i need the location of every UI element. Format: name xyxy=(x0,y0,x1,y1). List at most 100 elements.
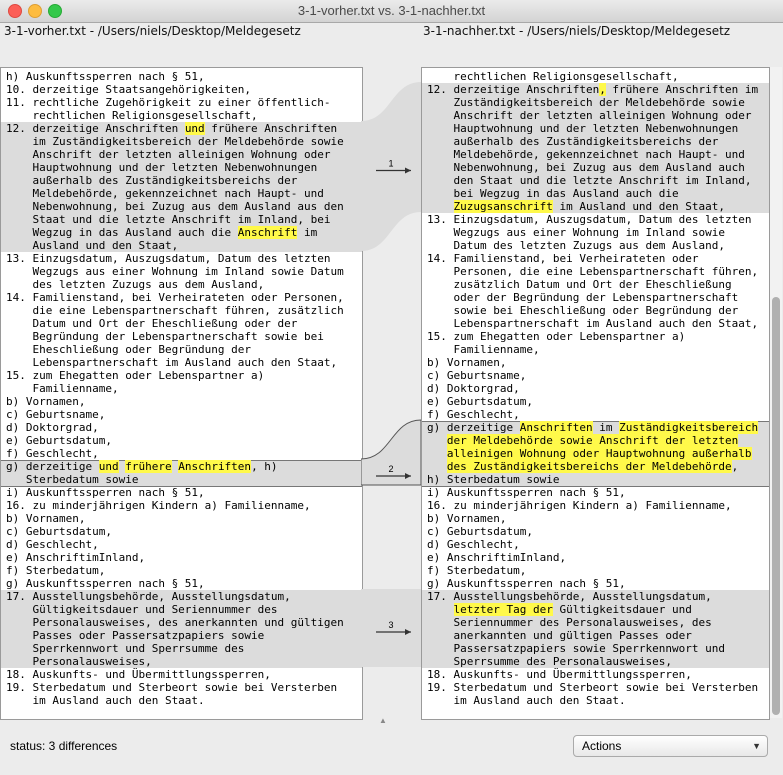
text-segment: f) Sterbedatum, xyxy=(427,564,527,577)
text-line: Ausland und den Staat, xyxy=(1,239,362,252)
text-segment: im xyxy=(297,226,318,239)
text-segment: 14. Familienstand, bei Verheirateten ode… xyxy=(6,291,344,304)
diff-number-label: 1 xyxy=(388,159,393,169)
actions-label: Actions xyxy=(582,739,622,753)
changed-text: und xyxy=(184,122,205,135)
text-segment: 12. derzeitige Anschriften xyxy=(427,83,600,96)
text-line: 11. rechtliche Zugehörigkeit zu einer öf… xyxy=(1,96,362,109)
text-segment: Eheschließung oder Begründung der xyxy=(6,343,252,356)
text-segment: Meldebehörde, gekennzeichnet nach Haupt-… xyxy=(427,148,745,161)
text-line: Meldebehörde, gekennzeichnet nach Haupt-… xyxy=(422,148,769,161)
text-segment: Familienname, xyxy=(6,382,119,395)
text-segment: Lebenspartnerschaft im Ausland auch den … xyxy=(6,356,338,369)
text-line: Datum des letzten Zuzugs aus dem Ausland… xyxy=(422,239,769,252)
text-segment: 13. Einzugsdatum, Auszugsdatum, Datum de… xyxy=(6,252,331,265)
scrollbar-thumb[interactable] xyxy=(772,297,780,715)
text-segment: Begründung der Lebenspartnerschaft sowie… xyxy=(6,330,324,343)
text-segment: Passes oder Passersatzpapiers sowie xyxy=(6,629,265,642)
text-segment: im Ausland auch den Staat. xyxy=(6,694,205,707)
changed-text: und xyxy=(98,460,119,473)
text-line: 19. Sterbedatum und Sterbeort sowie bei … xyxy=(1,681,362,694)
text-segment: h) Sterbedatum sowie xyxy=(427,473,560,486)
text-segment: im Zuständigkeitsbereich der Meldebehörd… xyxy=(6,135,344,148)
split-resize-handle[interactable]: ▲ xyxy=(379,716,387,725)
text-line: im Zuständigkeitsbereich der Meldebehörd… xyxy=(1,135,362,148)
text-line: Wegzug in das Ausland auch die Anschrift… xyxy=(1,226,362,239)
text-line: Passes oder Passersatzpapiers sowie xyxy=(1,629,362,642)
text-line: Familienname, xyxy=(1,382,362,395)
changed-text: Anschriften xyxy=(178,460,252,473)
text-segment: i) Auskunftssperren nach § 51, xyxy=(427,486,626,499)
text-segment: g) derzeitige xyxy=(6,460,99,473)
text-segment: , xyxy=(731,460,739,473)
text-segment: des letzten Zuzugs aus dem Ausland, xyxy=(6,278,265,291)
text-line: d) Geschlecht, xyxy=(422,538,769,551)
text-segment: Seriennummer des Personalausweises, des xyxy=(427,616,712,629)
changed-text: letzter Tag der xyxy=(453,603,553,616)
diff-connector-gutter: 1 2 3 xyxy=(361,82,421,667)
text-line: rechtlichen Religionsgesellschaft, xyxy=(422,70,769,83)
text-line: i) Auskunftssperren nach § 51, xyxy=(1,486,362,499)
text-line: 10. derzeitige Staatsangehörigkeiten, xyxy=(1,83,362,96)
changed-text: Anschriften xyxy=(519,421,593,434)
text-segment: Familienname, xyxy=(427,343,540,356)
text-segment: frühere Anschriften xyxy=(204,122,338,135)
text-line: Personalausweises, xyxy=(1,655,362,668)
text-line: letzter Tag der Gültigkeitsdauer und xyxy=(422,603,769,616)
text-line: außerhalb des Zuständigkeitsbereichs der xyxy=(422,135,769,148)
diff-connector-2 xyxy=(361,419,421,486)
text-segment: 11. rechtliche Zugehörigkeit zu einer öf… xyxy=(6,96,331,109)
text-line: Lebenspartnerschaft im Ausland auch den … xyxy=(1,356,362,369)
text-line: h) Sterbedatum sowie xyxy=(422,473,769,486)
text-line: 15. zum Ehegatten oder Lebenspartner a) xyxy=(422,330,769,343)
text-line: rechtlichen Religionsgesellschaft, xyxy=(1,109,362,122)
text-segment: Ausland und den Staat, xyxy=(6,239,179,252)
text-segment: f) Geschlecht, xyxy=(6,447,99,460)
text-segment: Nebenwohnung, bei Zuzug aus dem Ausland … xyxy=(427,161,745,174)
text-line: 14. Familienstand, bei Verheirateten ode… xyxy=(422,252,769,265)
actions-popup-button[interactable]: Actions ▼ xyxy=(573,735,768,757)
text-line: f) Sterbedatum, xyxy=(1,564,362,577)
vertical-scrollbar[interactable] xyxy=(770,67,782,718)
text-line: Begründung der Lebenspartnerschaft sowie… xyxy=(1,330,362,343)
text-segment: Personalausweises, des anerkannten und g… xyxy=(6,616,344,629)
text-segment: c) Geburtsname, xyxy=(427,369,527,382)
text-line: des letzten Zuzugs aus dem Ausland, xyxy=(1,278,362,291)
right-file-pane[interactable]: rechtlichen Religionsgesellschaft, 12. de… xyxy=(421,67,770,720)
text-segment: Datum des letzten Zuzugs aus dem Ausland… xyxy=(427,239,726,252)
text-line: Wegzugs aus einer Wohnung im Inland sowi… xyxy=(1,265,362,278)
text-line: c) Geburtsname, xyxy=(422,369,769,382)
text-segment: 14. Familienstand, bei Verheirateten ode… xyxy=(427,252,699,265)
text-segment: 10. derzeitige Staatsangehörigkeiten, xyxy=(6,83,252,96)
text-segment: 19. Sterbedatum und Sterbeort sowie bei … xyxy=(6,681,338,694)
text-line: der Meldebehörde sowie Anschrift der let… xyxy=(422,434,769,447)
changed-text: frühere xyxy=(125,460,172,473)
text-segment: f) Geschlecht, xyxy=(427,408,520,421)
text-line: e) AnschriftimInland, xyxy=(422,551,769,564)
text-line: b) Vornamen, xyxy=(422,356,769,369)
left-file-pane[interactable]: h) Auskunftssperren nach § 51, 10. derzei… xyxy=(0,67,363,720)
text-segment: , h) xyxy=(251,460,278,473)
text-line: 18. Auskunfts- und Übermittlungssperren, xyxy=(422,668,769,681)
text-line: die eine Lebenspartnerschaft führen, zus… xyxy=(1,304,362,317)
text-segment: h) Auskunftssperren nach § 51, xyxy=(6,70,205,83)
text-segment: 15. zum Ehegatten oder Lebenspartner a) xyxy=(427,330,686,343)
text-segment: 18. Auskunfts- und Übermittlungssperren, xyxy=(427,668,692,681)
text-segment: Datum und Ort der Eheschließung oder der xyxy=(6,317,298,330)
text-segment: Sperrkennwort und Sperrsumme des xyxy=(6,642,245,655)
text-segment: 12. derzeitige Anschriften xyxy=(6,122,185,135)
text-line: den Staat und die letzte Anschrift im In… xyxy=(422,174,769,187)
text-line: 18. Auskunfts- und Übermittlungssperren, xyxy=(1,668,362,681)
right-file-path: 3-1-nachher.txt - /Users/niels/Desktop/M… xyxy=(423,24,731,38)
text-segment: die eine Lebenspartnerschaft führen, zus… xyxy=(6,304,344,317)
text-line: 19. Sterbedatum und Sterbeort sowie bei … xyxy=(422,681,769,694)
text-line: Zuzugsanschrift im Ausland und den Staat… xyxy=(422,200,769,213)
text-line: b) Vornamen, xyxy=(1,512,362,525)
text-line: b) Vornamen, xyxy=(1,395,362,408)
text-line: im Ausland auch den Staat. xyxy=(1,694,362,707)
diff-number-label: 3 xyxy=(388,620,393,630)
text-segment: g) Auskunftssperren nach § 51, xyxy=(6,577,205,590)
text-line: Eheschließung oder Begründung der xyxy=(1,343,362,356)
text-segment: frühere Anschriften im xyxy=(605,83,759,96)
changed-text: Anschrift xyxy=(237,226,298,239)
